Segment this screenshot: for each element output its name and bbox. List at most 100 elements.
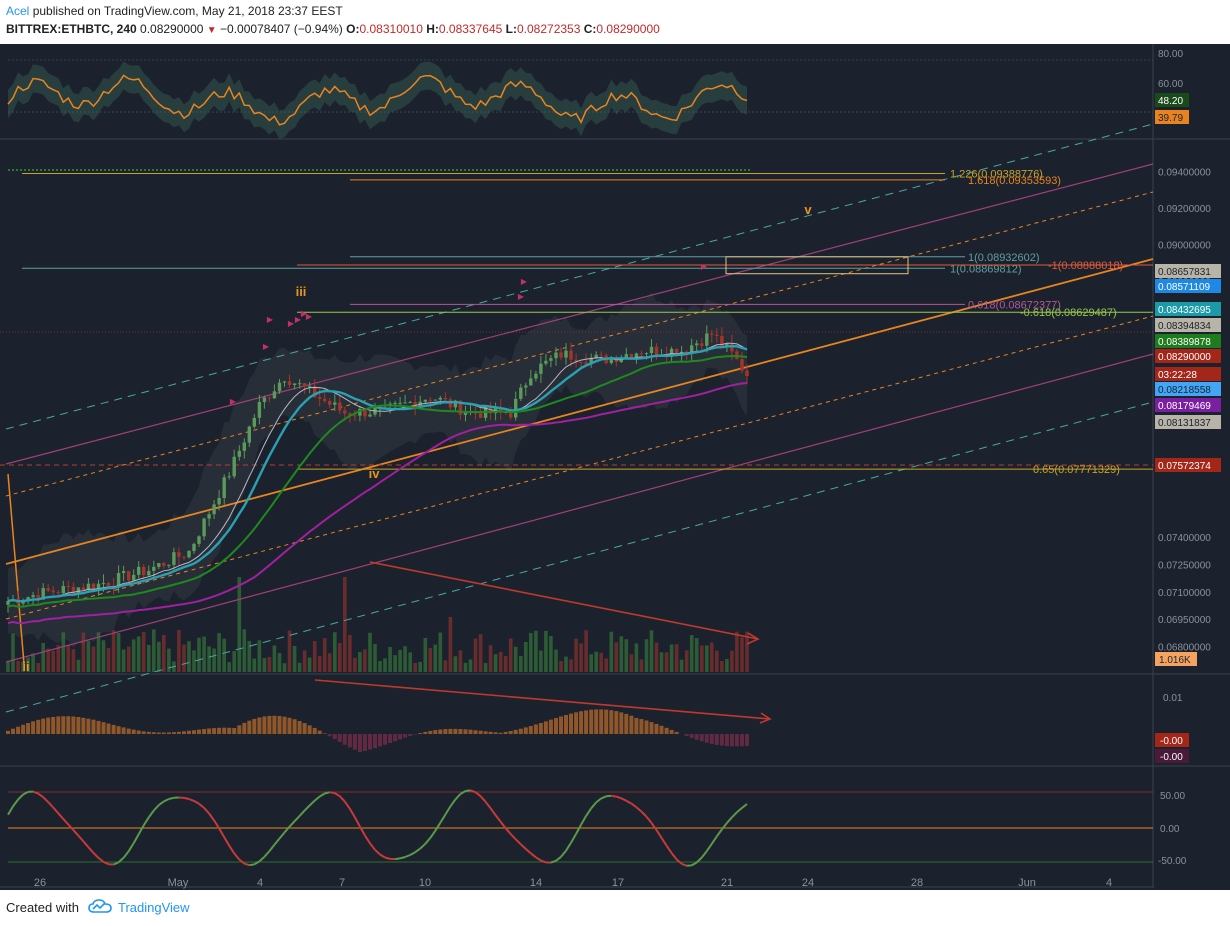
high-value: 0.08337645 — [438, 22, 503, 36]
stoch-segment — [494, 814, 502, 823]
candle-body — [142, 566, 146, 576]
macd-histogram-bar — [277, 716, 282, 734]
candle-body — [579, 362, 583, 364]
candle-body — [137, 566, 141, 575]
tradingview-brand[interactable]: TradingView — [118, 900, 190, 915]
volume-bar — [101, 640, 106, 672]
stoch-segment — [650, 822, 658, 831]
stoch-segment — [82, 840, 90, 848]
volume-bar — [177, 630, 181, 672]
macd-histogram-bar — [287, 717, 292, 734]
macd-histogram-bar — [478, 730, 483, 734]
macd-histogram-bar — [508, 731, 513, 734]
candle-body — [207, 514, 211, 519]
macd-histogram-bar — [141, 731, 146, 734]
x-tick-label: 24 — [802, 877, 814, 889]
stoch-segment — [535, 856, 542, 862]
macd-histogram-bar — [740, 734, 744, 747]
macd-histogram-bar — [257, 717, 262, 734]
price-chart[interactable]: 1.226(0.09388776)1.618(0.09353593)1(0.08… — [0, 44, 1230, 890]
stoch-segment — [520, 843, 527, 850]
volume-bar — [317, 655, 322, 672]
candle-body — [730, 343, 734, 352]
stoch-segment — [459, 790, 467, 795]
macd-histogram-bar — [282, 716, 287, 734]
candle-body — [710, 333, 714, 335]
candle-body — [247, 426, 251, 443]
stoch-segment — [314, 795, 321, 802]
macd-histogram-bar — [36, 719, 41, 734]
macd-histogram-bar — [227, 727, 232, 734]
stoch-segment — [213, 819, 220, 829]
macd-histogram-bar — [267, 715, 272, 734]
stoch-segment — [203, 807, 210, 815]
author-link[interactable]: Acel — [6, 4, 29, 18]
volume-bar — [418, 661, 422, 672]
high-label: H: — [426, 22, 439, 36]
candle-body — [287, 381, 292, 385]
signal-marker: ▶ — [306, 312, 313, 321]
volume-bar — [272, 645, 277, 672]
volume-value-tag: 1.016K — [1159, 655, 1191, 666]
macd-histogram-bar — [473, 730, 478, 734]
macd-histogram-bar — [654, 723, 659, 734]
stoch-segment — [122, 850, 130, 859]
macd-histogram-bar — [71, 716, 76, 734]
volume-bar — [619, 636, 624, 672]
candle-body — [433, 399, 437, 401]
stoch-segment — [444, 805, 452, 816]
macd-histogram-bar — [197, 729, 201, 734]
volume-bar — [41, 643, 45, 672]
macd-histogram-bar — [126, 728, 131, 734]
macd-histogram-bar — [669, 729, 674, 734]
stoch-segment — [606, 794, 612, 798]
signal-marker: ▶ — [230, 397, 237, 406]
volume-bar — [358, 652, 362, 672]
tradingview-cloud-icon[interactable] — [88, 898, 112, 914]
macd-histogram-bar — [368, 734, 372, 750]
stoch-segment — [208, 812, 215, 821]
volume-bar — [182, 644, 186, 672]
volume-bar — [287, 630, 292, 672]
candle-body — [147, 570, 151, 576]
volume-bar — [524, 642, 528, 672]
volume-bar — [599, 652, 603, 672]
candle-body — [127, 571, 131, 581]
macd-histogram-bar — [237, 725, 242, 734]
volume-bar — [403, 646, 407, 672]
volume-bar — [217, 633, 221, 672]
candle-body — [167, 564, 171, 566]
stoch-segment — [67, 823, 75, 831]
macd-histogram-bar — [699, 734, 704, 742]
chart-area[interactable]: 1.226(0.09388776) 1.618(0.09353593) 1(0.08… — [0, 44, 1230, 890]
stoch-segment — [17, 793, 24, 801]
macd-histogram-bar — [106, 723, 111, 734]
published-text: published on TradingView.com, May 21, 20… — [32, 4, 343, 18]
stoch-segment — [62, 818, 70, 826]
created-with-text: Created with — [6, 900, 79, 915]
macd-histogram-bar — [217, 727, 222, 734]
volume-bar — [423, 638, 428, 672]
stoch-segment — [324, 791, 330, 795]
macd-histogram-bar — [91, 719, 96, 734]
stoch-segment — [474, 791, 482, 797]
volume-bar — [393, 655, 397, 672]
stoch-segment — [223, 836, 231, 847]
fib-label: 0.65(0.07771329) — [1033, 464, 1120, 476]
low-value: 0.08272353 — [516, 22, 581, 36]
stoch-tick-label: 0.00 — [1160, 824, 1180, 835]
macd-histogram-bar — [443, 729, 448, 734]
close-label: C: — [583, 22, 597, 36]
macd-histogram-bar — [684, 734, 689, 736]
x-tick-label: 4 — [257, 877, 263, 889]
candle-body — [51, 590, 55, 593]
macd-histogram-bar — [101, 722, 106, 734]
candle-body — [514, 398, 518, 418]
volume-bar — [51, 650, 55, 672]
volume-bar — [694, 638, 699, 672]
volume-bar — [232, 651, 236, 672]
macd-histogram-bar — [151, 732, 156, 734]
volume-bar — [136, 636, 141, 672]
rsi-band — [8, 61, 747, 139]
volume-bar — [207, 646, 211, 672]
